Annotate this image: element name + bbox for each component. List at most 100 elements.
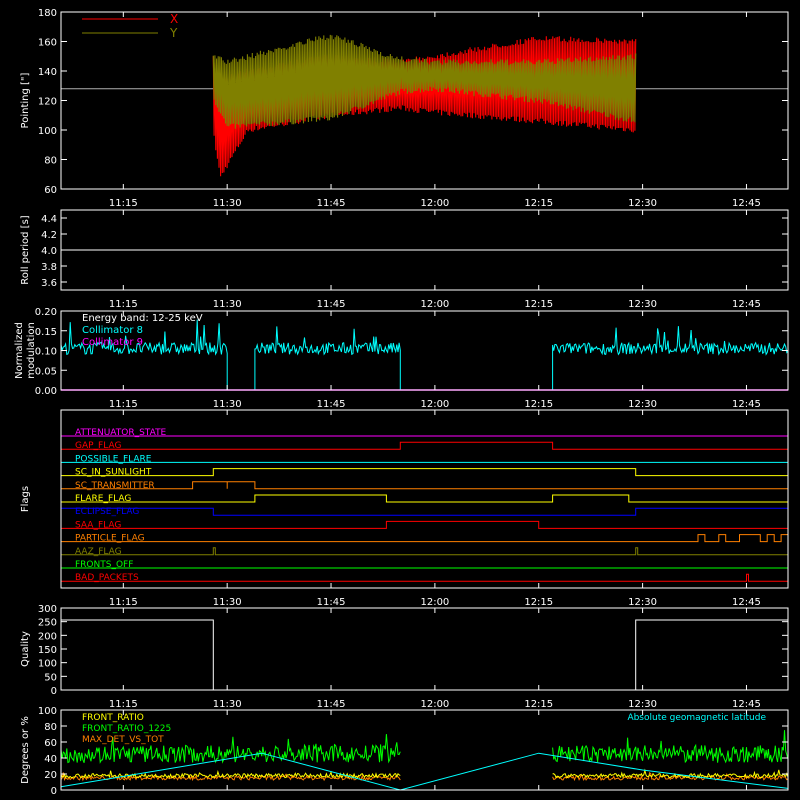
x-tick-label: 11:30 [213, 699, 242, 710]
flag-line-particle-flag [61, 534, 789, 543]
x-tick-label: 11:45 [317, 597, 346, 608]
x-tick-label: 12:15 [524, 399, 553, 410]
quality-line [61, 619, 788, 691]
flags-panel: ATTENUATOR_STATE GAP_FLAG POSSIBLE_FLARE SC… [20, 409, 789, 608]
geomagnetic-latitude-line [60, 752, 789, 791]
y-tick-label: 100 [38, 659, 57, 670]
flag-label: POSSIBLE_FLARE [75, 454, 152, 464]
x-tick-label: 11:30 [213, 299, 242, 310]
y-tick-label: 150 [38, 645, 57, 656]
x-tick-label: 12:45 [732, 299, 761, 310]
quality-panel: 11:15 11:30 11:45 12:00 12:15 12:30 12:45 0 50 10… [20, 604, 789, 710]
x-tick-label: 11:45 [317, 299, 346, 310]
y-tick-label: 100 [38, 126, 57, 137]
flag-line-eclipse-flag [60, 507, 789, 516]
flag-line-sc-transmitter [61, 481, 788, 490]
x-tick-label: 12:00 [420, 198, 449, 209]
x-tick-label: 11:15 [109, 198, 138, 209]
ratio-panel: 11:1511:3011:4512:0012:1512:3012:4502040… [20, 706, 789, 800]
flag-line-sc-in-sunlight [61, 468, 788, 477]
y-tick-label: 0.20 [35, 307, 57, 318]
x-tick-label: 11:15 [109, 299, 138, 310]
modulation-panel: 11:15 11:30 11:45 12:00 12:15 12:30 12:45 0.00 0… [14, 307, 789, 410]
y-tick-label: 0.10 [35, 347, 57, 358]
y-tick-label: 3.6 [41, 278, 57, 289]
legend-front-ratio-1225: FRONT_RATIO_1225 [82, 724, 171, 734]
flag-label: SC_IN_SUNLIGHT [75, 468, 152, 478]
legend-energy-band: Energy band: 12-25 keV [82, 313, 203, 324]
flag-label: SC_TRANSMITTER [75, 481, 155, 491]
legend-max-det-vs-tot: MAX_DET_VS_TOT [82, 735, 164, 745]
x-tick-label: 12:45 [732, 699, 761, 710]
y-axis-label: Roll period [s] [20, 215, 31, 284]
y-tick-label: 80 [44, 156, 57, 167]
y-tick-label: 180 [38, 8, 57, 19]
y-tick-label: 120 [38, 97, 57, 108]
y-tick-label: 0.05 [35, 366, 57, 377]
x-tick-label: 12:00 [420, 299, 449, 310]
plot-frame [60, 409, 789, 589]
legend-collimator-8: Collimator 8 [82, 325, 143, 336]
legend-geomagnetic-latitude: Absolute geomagnetic latitude [627, 713, 766, 723]
flag-label: FLARE_FLAG [75, 494, 131, 504]
x-tick-label: 12:00 [420, 399, 449, 410]
legend-front-ratio: FRONT_RATIO [82, 713, 144, 723]
x-tick-label: 11:45 [317, 198, 346, 209]
x-tick-label: 12:00 [420, 597, 449, 608]
flag-label: ATTENUATOR_STATE [75, 428, 167, 438]
front-ratio-1225-line [60, 730, 789, 764]
pointing-panel: 11:15 11:30 11:45 12:00 12:15 12:30 12:45 60 80 1… [20, 8, 789, 209]
y-tick-label: 3.8 [41, 262, 57, 273]
x-tick-label: 12:30 [628, 597, 657, 608]
flag-line-flare-flag [61, 494, 788, 503]
x-tick-label: 11:45 [317, 699, 346, 710]
x-tick-label: 12:15 [524, 198, 553, 209]
y-axis-label: Quality [20, 631, 31, 667]
legend-label-x: X [170, 12, 178, 26]
y-tick-label: 4.0 [41, 246, 57, 257]
flag-label: AAZ_FLAG [75, 547, 122, 557]
y-tick-label: 0 [51, 786, 57, 797]
y-axis-label: Flags [20, 486, 31, 512]
x-tick-label: 11:30 [213, 597, 242, 608]
x-tick-label: 12:15 [524, 699, 553, 710]
flag-line-bad-packets [61, 573, 788, 582]
x-tick-label: 12:30 [628, 299, 657, 310]
flag-label: GAP_FLAG [75, 441, 121, 451]
legend-collimator-9: Collimator 9 [82, 337, 143, 348]
y-tick-label: 160 [38, 38, 57, 49]
y-tick-label: 80 [44, 722, 57, 733]
x-tick-label: 11:15 [109, 699, 138, 710]
flag-label: SAA_FLAG [75, 520, 121, 530]
x-tick-label: 11:45 [317, 399, 346, 410]
y-axis-label-line: Normalized [14, 322, 25, 379]
flag-line-gap-flag [61, 441, 788, 450]
y-axis-label: Normalizedmodulation [14, 322, 37, 379]
flag-label: PARTICLE_FLAG [75, 534, 145, 544]
x-tick-label: 12:00 [420, 699, 449, 710]
legend-label-y: Y [169, 26, 178, 40]
x-tick-label: 12:45 [732, 597, 761, 608]
flag-line-saa-flag [61, 520, 788, 529]
x-tick-label: 11:30 [213, 399, 242, 410]
y-tick-label: 100 [38, 706, 57, 717]
y-tick-label: 4.2 [41, 230, 57, 241]
x-tick-label: 12:45 [732, 399, 761, 410]
y-tick-label: 200 [38, 631, 57, 642]
flag-label: ECLIPSE_FLAG [75, 507, 139, 517]
y-tick-label: 250 [38, 618, 57, 629]
y-tick-label: 4.4 [41, 214, 57, 225]
y-tick-label: 140 [38, 67, 57, 78]
y-tick-label: 60 [44, 185, 57, 196]
x-tick-label: 12:30 [628, 699, 657, 710]
collimator-8-segment [552, 326, 789, 390]
x-tick-label: 11:30 [213, 198, 242, 209]
y-tick-label: 40 [44, 754, 57, 765]
y-axis-label: Degrees or % [20, 716, 31, 784]
x-tick-label: 12:30 [628, 198, 657, 209]
x-tick-label: 12:15 [524, 597, 553, 608]
y-tick-label: 0.15 [35, 327, 57, 338]
x-tick-label: 12:15 [524, 299, 553, 310]
flag-label: BAD_PACKETS [75, 573, 139, 583]
y-tick-label: 300 [38, 604, 57, 615]
